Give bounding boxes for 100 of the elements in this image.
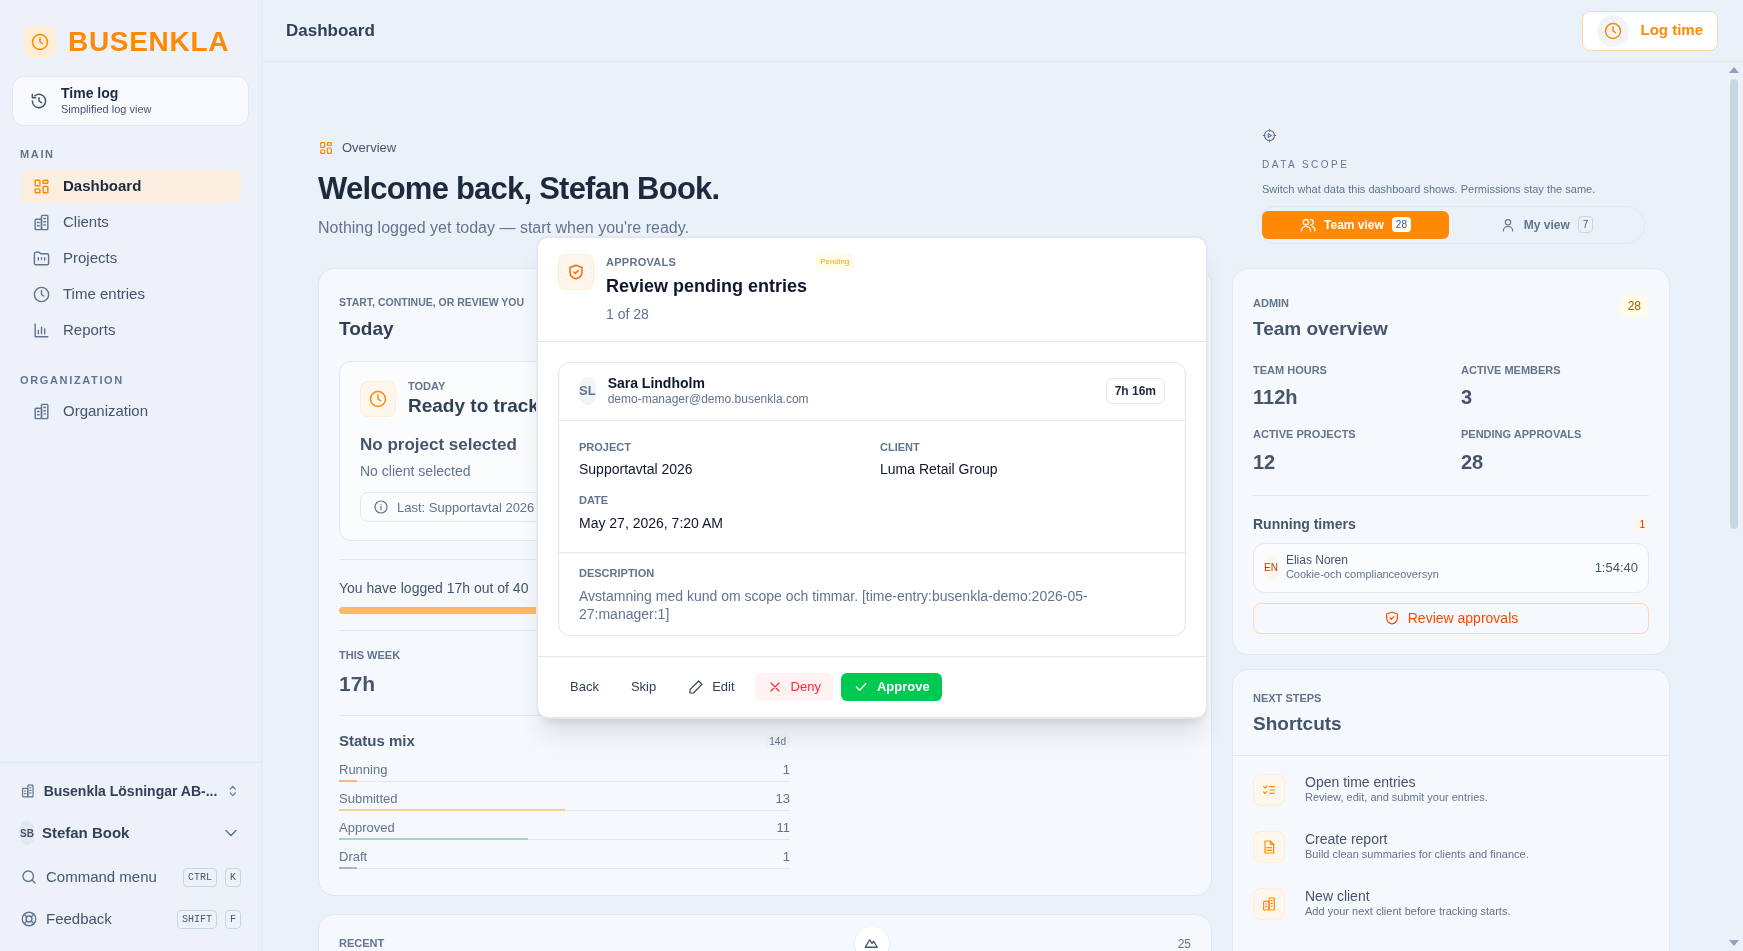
edit-button[interactable]: Edit [676, 673, 747, 701]
nav-item[interactable]: Projects [20, 241, 241, 275]
card-eyebrow: START, CONTINUE, OR REVIEW YOU [339, 295, 525, 310]
time-log-button[interactable]: Time log Simplified log view [12, 76, 249, 126]
user-menu[interactable]: SB Stefan Book [12, 811, 249, 855]
scope-tab[interactable]: Team view 28 [1262, 210, 1449, 239]
grid-icon [318, 139, 334, 156]
card-title: Shortcuts [1253, 712, 1342, 736]
user-avatar: EN [1264, 555, 1278, 580]
deny-button[interactable]: Deny [754, 673, 833, 701]
shortcut-description: Build clean summaries for clients and finance. [1305, 848, 1529, 863]
timer-elapsed: 1:54:40 [1594, 558, 1638, 577]
status-label: Submitted [339, 789, 398, 808]
recent-count: 25 [1177, 935, 1191, 951]
stat-label: ACTIVE MEMBERS [1461, 362, 1561, 378]
field-value: Supportavtal 2026 [579, 460, 693, 479]
count-badge: 7 [1577, 216, 1594, 233]
document-icon [1261, 838, 1277, 855]
stat-value: 17h [339, 670, 376, 697]
entry-description: Avstamning med kund om scope och timmar. [time-entry:busenkla-demo:2026-05-27:manager:1] [579, 587, 1089, 623]
field-label: DATE [579, 493, 609, 508]
info-icon [373, 499, 389, 516]
timer-project: Cookie-och complianceoversyn [1285, 568, 1439, 582]
stat-label: THIS WEEK [339, 648, 401, 664]
history-icon [29, 91, 49, 111]
scope-tab[interactable]: My view 7 [1453, 210, 1640, 239]
stat-label: ACTIVE PROJECTS [1253, 427, 1356, 442]
time-log-subtitle: Simplified log view [61, 102, 152, 117]
shortcut-title: Open time entries [1305, 773, 1416, 792]
shortcut-item[interactable]: Create report Build clean summaries for clients and finance. [1253, 830, 1649, 863]
shortcut-description: Add your next client before tracking starts. [1305, 905, 1511, 920]
clock-icon [368, 389, 388, 409]
nav-item[interactable]: Dashboard [20, 169, 241, 203]
dialog-title: Review pending entries [606, 274, 808, 298]
nav-item[interactable]: Clients [20, 205, 241, 239]
users-icon [1300, 216, 1317, 233]
command-item[interactable]: Feedback SHIFT F [12, 899, 249, 939]
keyboard-key: F [225, 909, 241, 929]
gear-icon [1262, 128, 1277, 143]
shortcut-title: New client [1305, 887, 1370, 906]
user-name: Stefan Book [41, 822, 131, 843]
welcome-subtitle: Nothing logged yet today — start when you're ready. [318, 218, 689, 238]
folder-icon [32, 248, 51, 268]
floating-logo-button[interactable] [855, 927, 889, 951]
command-item[interactable]: Command menu CTRL K [12, 857, 249, 897]
clock-icon [30, 32, 50, 52]
building-icon [20, 781, 36, 801]
section-label: ORGANIZATION [20, 372, 124, 388]
nav-item[interactable]: Organization [20, 395, 241, 428]
status-badge: Pending [816, 254, 854, 270]
timer-row[interactable]: EN Elias Noren Cookie-och complianceoversyn 1:54:40 [1253, 542, 1649, 593]
stat-value: 12 [1253, 449, 1276, 475]
count-badge: 28 [1391, 217, 1411, 232]
clock-icon [1602, 20, 1623, 41]
shortcut-item[interactable]: Open time entries Review, edit, and submit your entries. [1253, 773, 1649, 806]
section-label: MAIN [20, 147, 55, 162]
card-title: Team overview [1253, 317, 1388, 341]
pencil-icon [688, 679, 705, 695]
status-label: Running [339, 760, 388, 779]
entry-user-email: demo-manager@demo.busenkla.com [607, 392, 809, 408]
shortcut-item[interactable]: New client Add your next client before tracking starts. [1253, 887, 1649, 920]
count-badge: 1 [1635, 516, 1649, 532]
welcome-heading: Welcome back, Stefan Book. [318, 169, 720, 208]
lifebuoy-icon [20, 910, 38, 928]
user-avatar: SB [20, 821, 34, 845]
nav-item[interactable]: Reports [20, 313, 241, 347]
grid-icon [32, 176, 51, 196]
card-title: Today [339, 316, 394, 341]
entry-position: 1 of 28 [606, 304, 649, 324]
dialog-button[interactable]: Back [558, 673, 611, 701]
data-scope-label: DATA SCOPE [1262, 158, 1350, 172]
stat-value: 112h [1253, 385, 1298, 410]
keyboard-key: K [225, 867, 241, 887]
stat-value: 3 [1461, 385, 1473, 410]
field-label: PROJECT [579, 439, 631, 455]
dialog-eyebrow: APPROVALS [606, 255, 677, 270]
page-title: Dashboard [286, 19, 375, 42]
stat-value: 28 [1461, 449, 1484, 475]
user-avatar: SL [579, 377, 596, 405]
scroll-down-arrow[interactable] [1729, 940, 1739, 946]
workspace-switcher[interactable]: Busenkla Lösningar AB-... [12, 771, 249, 811]
field-value: May 27, 2026, 7:20 AM [579, 513, 723, 533]
field-label: CLIENT [880, 439, 920, 455]
scrollbar-thumb[interactable] [1730, 79, 1738, 529]
building-icon [32, 402, 51, 421]
card-eyebrow: NEXT STEPS [1253, 690, 1322, 706]
building-icon [1261, 895, 1277, 912]
status-mix-title: Status mix [339, 731, 415, 752]
field-label: DESCRIPTION [579, 565, 655, 581]
scroll-up-arrow[interactable] [1729, 67, 1739, 73]
duration-badge: 7h 16m [1105, 378, 1165, 404]
status-count: 13 [775, 789, 790, 808]
card-eyebrow: ADMIN [1253, 295, 1290, 311]
logo-text: BUSENKLA [68, 25, 230, 59]
breadcrumb: Overview [342, 139, 397, 157]
shortcut-title: Create report [1305, 830, 1388, 849]
command-label: Feedback [46, 908, 113, 929]
dialog-button[interactable]: Skip [618, 673, 669, 701]
entry-user-name: Sara Lindholm [607, 374, 705, 393]
nav-item[interactable]: Time entries [20, 277, 241, 311]
